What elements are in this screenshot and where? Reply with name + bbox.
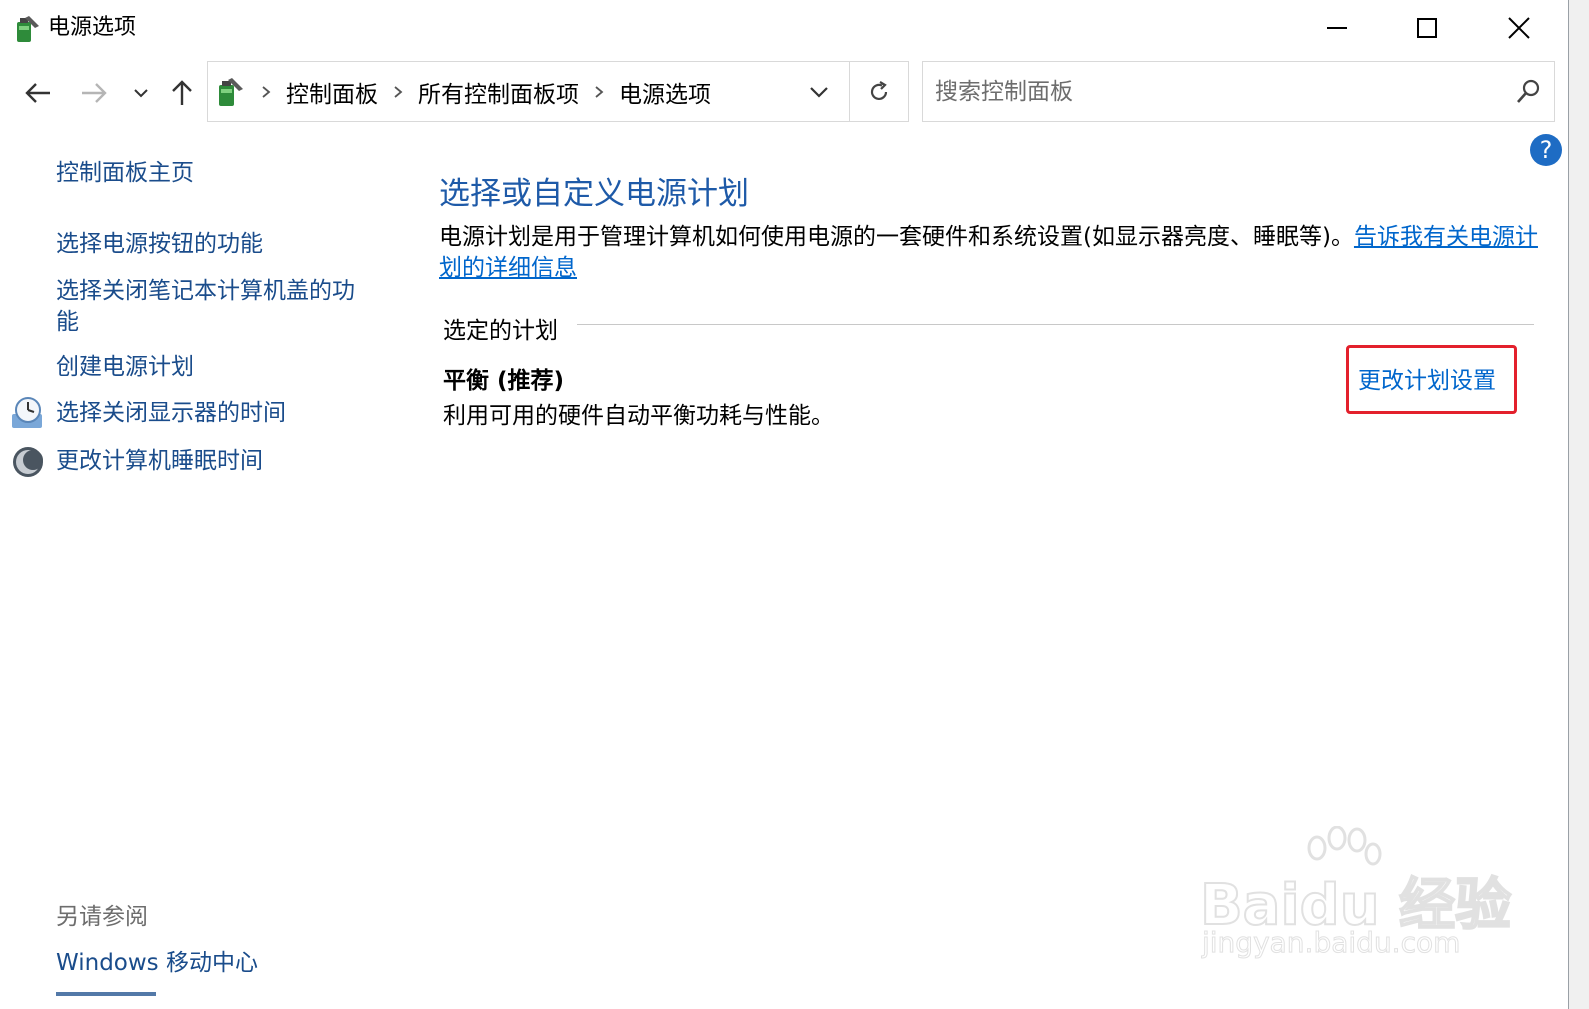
clock-monitor-icon bbox=[12, 397, 42, 428]
chevron-down-icon bbox=[810, 86, 828, 98]
maximize-button[interactable] bbox=[1382, 0, 1472, 56]
section-label: 选定的计划 bbox=[443, 318, 558, 344]
arrow-left-icon bbox=[25, 83, 50, 103]
plan-name: 平衡 (推荐) bbox=[443, 368, 565, 394]
forward-button[interactable] bbox=[74, 72, 114, 114]
close-icon bbox=[1508, 17, 1530, 39]
refresh-icon bbox=[870, 80, 888, 100]
chevron-down-icon bbox=[134, 89, 148, 98]
close-button[interactable] bbox=[1474, 0, 1564, 56]
address-bar[interactable]: 控制面板 所有控制面板项 电源选项 bbox=[207, 61, 909, 122]
window-title: 电源选项 bbox=[48, 15, 137, 40]
help-icon[interactable]: ? bbox=[1530, 134, 1562, 166]
search-icon[interactable] bbox=[1513, 77, 1543, 107]
minimize-button[interactable] bbox=[1292, 0, 1382, 56]
chevron-right-icon bbox=[384, 85, 412, 99]
search-box[interactable] bbox=[922, 61, 1555, 122]
breadcrumb: 控制面板 所有控制面板项 电源选项 bbox=[252, 62, 717, 121]
recent-locations-button[interactable] bbox=[124, 72, 158, 114]
arrow-up-icon bbox=[172, 80, 192, 105]
refresh-button[interactable] bbox=[850, 62, 908, 121]
breadcrumb-item[interactable]: 所有控制面板项 bbox=[412, 75, 585, 109]
breadcrumb-item[interactable]: 电源选项 bbox=[613, 75, 717, 109]
description-text: 电源计划是用于管理计算机如何使用电源的一套硬件和系统设置(如显示器亮度、睡眠等)… bbox=[439, 224, 1354, 250]
sidebar-item-power-button[interactable]: 选择电源按钮的功能 bbox=[56, 229, 263, 260]
address-history-button[interactable] bbox=[794, 62, 844, 121]
control-panel-icon bbox=[219, 78, 243, 106]
window-edge bbox=[1568, 0, 1589, 1009]
back-button[interactable] bbox=[18, 72, 58, 114]
breadcrumb-item[interactable]: 控制面板 bbox=[280, 75, 384, 109]
plan-description: 利用可用的硬件自动平衡功耗与性能。 bbox=[443, 403, 834, 429]
up-button[interactable] bbox=[162, 72, 202, 114]
sidebar-item-mobility-center[interactable]: Windows 移动中心 bbox=[56, 943, 258, 977]
title-bar: 电源选项 bbox=[0, 0, 1568, 56]
sidebar-item-cut-off[interactable] bbox=[56, 990, 176, 1009]
power-options-icon bbox=[17, 16, 39, 42]
baidu-watermark: Baidu 经验 jingyan.baidu.com bbox=[1199, 826, 1512, 966]
search-input[interactable] bbox=[933, 71, 1497, 113]
page-description: 电源计划是用于管理计算机如何使用电源的一套硬件和系统设置(如显示器亮度、睡眠等)… bbox=[439, 222, 1549, 284]
sidebar-item-lid-close[interactable]: 选择关闭笔记本计算机盖的功能 bbox=[56, 276, 376, 338]
moon-sleep-icon bbox=[13, 447, 43, 477]
chevron-right-icon bbox=[585, 85, 613, 99]
power-options-window: 电源选项 控制面板 所有控制面板项 电源选项 搜索控制面板 ? 控制面板主页 选… bbox=[0, 0, 1568, 1009]
sidebar-item-create-plan[interactable]: 创建电源计划 bbox=[56, 352, 194, 383]
sidebar-item-sleep-time[interactable]: 更改计算机睡眠时间 bbox=[56, 446, 263, 477]
sidebar-item-home[interactable]: 控制面板主页 bbox=[56, 158, 194, 189]
see-also-label: 另请参阅 bbox=[56, 904, 148, 930]
maximize-icon bbox=[1417, 18, 1437, 38]
annotation-highlight-box bbox=[1346, 345, 1517, 414]
section-divider bbox=[577, 324, 1534, 325]
minimize-icon bbox=[1327, 27, 1347, 29]
chevron-right-icon bbox=[252, 85, 280, 99]
sidebar-item-display-off[interactable]: 选择关闭显示器的时间 bbox=[56, 398, 286, 429]
page-title: 选择或自定义电源计划 bbox=[439, 176, 749, 212]
watermark-url: jingyan.baidu.com bbox=[1201, 926, 1461, 960]
arrow-right-icon bbox=[82, 83, 107, 103]
